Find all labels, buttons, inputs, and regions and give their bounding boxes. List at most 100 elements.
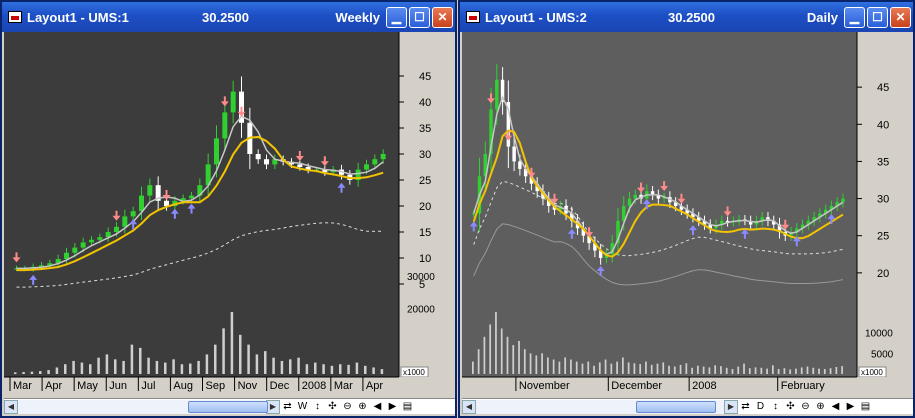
candle bbox=[518, 161, 522, 169]
minimize-button[interactable]: ▁ bbox=[386, 6, 407, 28]
horizontal-scrollbar[interactable] bbox=[18, 399, 268, 414]
volume-bar bbox=[645, 361, 647, 374]
volume-bar bbox=[552, 359, 555, 374]
y-tick-label: 40 bbox=[877, 119, 889, 131]
move-icon[interactable]: ✣ bbox=[783, 401, 798, 412]
volume-bar bbox=[679, 364, 682, 374]
volume-bar bbox=[529, 353, 532, 374]
volume-bar bbox=[616, 361, 618, 374]
volume-bar bbox=[593, 365, 595, 374]
scroll-thumb[interactable] bbox=[188, 400, 268, 413]
y-tick-label: 45 bbox=[419, 71, 431, 83]
maximize-button[interactable]: ☐ bbox=[409, 6, 430, 28]
volume-tick-label: 5000 bbox=[871, 349, 894, 360]
volume-bar bbox=[748, 368, 751, 374]
y-tick-label: 45 bbox=[877, 82, 889, 94]
candle bbox=[627, 198, 632, 206]
refresh-icon[interactable]: ⇄ bbox=[280, 401, 295, 412]
x-tick-label: November bbox=[519, 380, 570, 392]
window-title: Layout1 - UMS:1 bbox=[27, 9, 129, 25]
volume-bar bbox=[500, 328, 503, 374]
y-tick-label: 35 bbox=[877, 156, 889, 168]
x-tick-label: Mar bbox=[13, 380, 32, 392]
refresh-icon[interactable]: ⇄ bbox=[738, 401, 753, 412]
zoom-in-icon[interactable]: ⊕ bbox=[813, 401, 828, 412]
volume-bar bbox=[697, 365, 699, 374]
volume-bar bbox=[47, 370, 50, 374]
price-display: 30.2500 bbox=[202, 9, 249, 25]
scroll-left-arrow[interactable]: ◀ bbox=[4, 399, 18, 414]
volume-bar bbox=[668, 365, 670, 374]
period-button[interactable]: D bbox=[753, 401, 768, 412]
minimize-button[interactable]: ▁ bbox=[844, 6, 865, 28]
horizontal-scrollbar[interactable] bbox=[476, 399, 724, 414]
volume-bar bbox=[147, 357, 150, 374]
volume-bar bbox=[280, 360, 284, 374]
chart-window-daily: Layout1 - UMS:2 30.2500 Daily ▁ ☐ ✕ 45 40… bbox=[458, 0, 915, 418]
volume-bar bbox=[604, 359, 607, 374]
candle bbox=[114, 226, 119, 232]
volume-bar bbox=[835, 366, 838, 374]
updown-icon[interactable]: ↕ bbox=[768, 401, 783, 412]
candle bbox=[512, 146, 516, 162]
prev-icon[interactable]: ◀ bbox=[828, 401, 843, 412]
candle bbox=[122, 216, 128, 227]
close-button[interactable]: ✕ bbox=[432, 6, 453, 28]
volume-bar bbox=[662, 362, 665, 374]
move-icon[interactable]: ✣ bbox=[325, 401, 340, 412]
x-tick-label: 2008 bbox=[302, 380, 326, 392]
maximize-button[interactable]: ☐ bbox=[867, 6, 888, 28]
candle bbox=[189, 195, 194, 199]
volume-bar bbox=[685, 363, 688, 374]
candle bbox=[364, 164, 369, 170]
volume-bar bbox=[72, 360, 75, 374]
volume-bar bbox=[731, 369, 734, 374]
zoom-in-icon[interactable]: ⊕ bbox=[355, 401, 370, 412]
volume-bar bbox=[806, 366, 809, 374]
volume-bar bbox=[743, 363, 745, 374]
title-bar[interactable]: Layout1 - UMS:1 30.2500 Weekly ▁ ☐ ✕ bbox=[2, 2, 455, 32]
volume-bar bbox=[222, 328, 225, 374]
volume-bar bbox=[30, 371, 34, 374]
volume-bar bbox=[714, 365, 717, 374]
volume-bar bbox=[14, 372, 17, 374]
plot-area bbox=[4, 32, 399, 377]
x-tick-label: Apr bbox=[366, 380, 383, 392]
volume-bar bbox=[197, 360, 200, 374]
prev-icon[interactable]: ◀ bbox=[370, 401, 385, 412]
chart-toolbar: ◀ ▶ ⇄ W ↕ ✣ ⊖ ⊕ ◀ ▶ ▤ bbox=[4, 398, 455, 414]
scroll-right-arrow[interactable]: ▶ bbox=[266, 399, 280, 414]
app-icon[interactable] bbox=[8, 11, 22, 23]
menu-icon[interactable]: ▤ bbox=[400, 401, 415, 412]
menu-icon[interactable]: ▤ bbox=[858, 401, 873, 412]
x-tick-label: December bbox=[611, 380, 662, 392]
volume-bar bbox=[55, 367, 59, 374]
next-icon[interactable]: ▶ bbox=[385, 401, 400, 412]
x-tick-label: Aug bbox=[173, 380, 193, 392]
volume-bar bbox=[627, 362, 630, 374]
scroll-right-arrow[interactable]: ▶ bbox=[724, 399, 738, 414]
volume-bar bbox=[633, 363, 636, 374]
volume-bar bbox=[650, 364, 653, 374]
close-button[interactable]: ✕ bbox=[890, 6, 911, 28]
volume-bar bbox=[535, 355, 538, 374]
volume-bar bbox=[483, 336, 486, 374]
candle bbox=[130, 211, 136, 217]
scroll-left-arrow[interactable]: ◀ bbox=[462, 399, 476, 414]
price-chart[interactable]: 45 40 35 30 25 20 10000 5000 x1000 November Decemb… bbox=[462, 32, 913, 400]
updown-icon[interactable]: ↕ bbox=[310, 401, 325, 412]
zoom-out-icon[interactable]: ⊖ bbox=[798, 401, 813, 412]
app-icon[interactable] bbox=[466, 11, 480, 23]
price-chart[interactable]: 454035302520151053000020000x1000Mar Apr Ma… bbox=[4, 32, 455, 400]
zoom-out-icon[interactable]: ⊖ bbox=[340, 401, 355, 412]
volume-bar bbox=[297, 357, 300, 374]
title-bar[interactable]: Layout1 - UMS:2 30.2500 Daily ▁ ☐ ✕ bbox=[460, 2, 913, 32]
y-tick-label: 30 bbox=[877, 194, 889, 206]
volume-bar bbox=[22, 372, 25, 374]
window-title: Layout1 - UMS:2 bbox=[485, 9, 587, 25]
next-icon[interactable]: ▶ bbox=[843, 401, 858, 412]
scroll-thumb[interactable] bbox=[636, 400, 716, 413]
candle bbox=[222, 112, 228, 139]
period-button[interactable]: W bbox=[295, 401, 310, 412]
candle bbox=[495, 79, 499, 110]
